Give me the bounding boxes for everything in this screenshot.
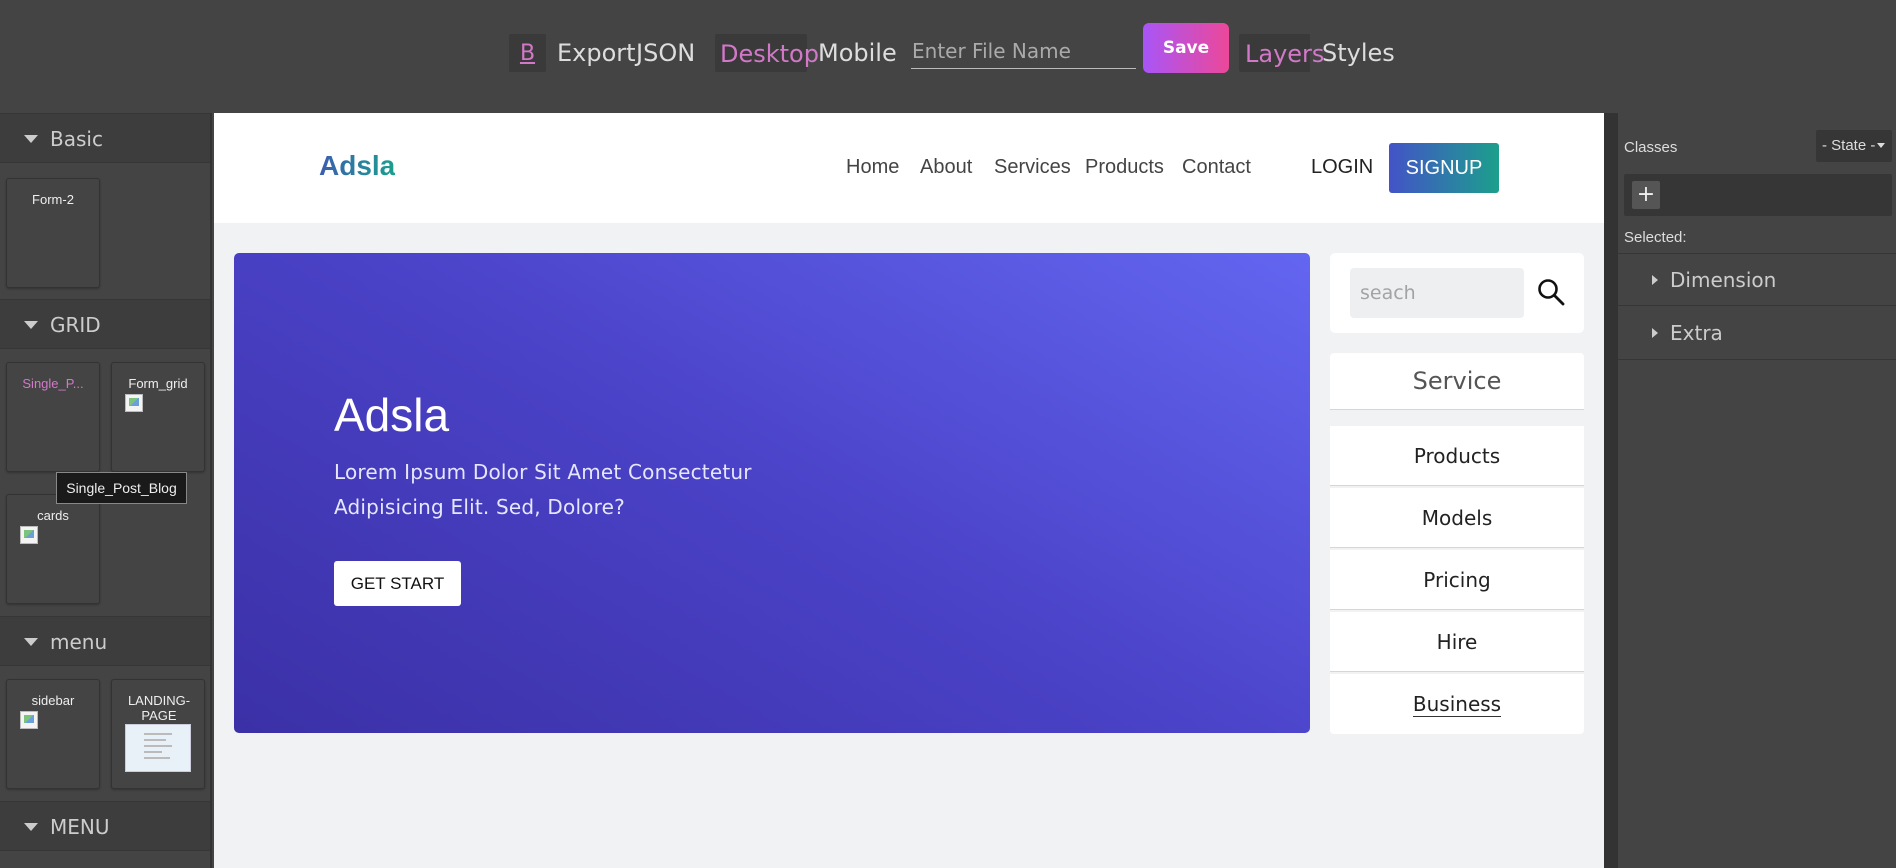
category-label: GRID	[50, 313, 101, 337]
block-form-grid[interactable]: Form_grid	[111, 362, 205, 472]
landing-page-thumbnail	[125, 724, 191, 772]
site-navbar[interactable]: Adsla Home About Services Products Conta…	[214, 113, 1604, 223]
caret-down-icon	[24, 135, 38, 143]
nav-services[interactable]: Services	[994, 156, 1071, 179]
block-cards[interactable]: cards	[6, 494, 100, 604]
layers-button[interactable]: Layers	[1239, 34, 1324, 72]
editor-canvas[interactable]: Adsla Home About Services Products Conta…	[214, 113, 1604, 868]
sector-extra[interactable]: Extra	[1618, 307, 1896, 360]
block-label: LANDING-PAGE	[127, 693, 191, 723]
classes-container[interactable]: +	[1624, 174, 1892, 216]
category-menu-upper[interactable]: MENU	[0, 801, 210, 851]
category-grid[interactable]: GRID	[0, 299, 210, 349]
service-item-label: Hire	[1436, 630, 1478, 654]
caret-down-icon	[24, 823, 38, 831]
nav-home[interactable]: Home	[846, 156, 899, 179]
block-form-2[interactable]: Form-2	[6, 178, 100, 288]
service-item-hire[interactable]: Hire	[1330, 612, 1584, 672]
bold-button[interactable]: B	[509, 34, 546, 72]
category-label: menu	[50, 630, 108, 654]
block-label: Form_grid	[128, 376, 188, 391]
broken-image-icon	[20, 711, 38, 729]
selected-label: Selected:	[1624, 229, 1687, 246]
block-tooltip: Single_Post_Blog	[56, 472, 187, 504]
caret-down-icon	[24, 638, 38, 646]
caret-right-icon	[1652, 328, 1658, 338]
service-item-business[interactable]: Business	[1330, 674, 1584, 734]
web-builder-app: B Export JSON Desktop Mobile Save Layers…	[0, 0, 1896, 868]
styles-button[interactable]: Styles	[1322, 34, 1395, 72]
block-label: sidebar	[31, 693, 75, 708]
sector-dimension[interactable]: Dimension	[1618, 253, 1896, 306]
search-card	[1330, 253, 1584, 333]
classes-label: Classes	[1624, 139, 1678, 156]
state-select-value: - State -	[1822, 137, 1876, 154]
get-start-button[interactable]: GET START	[334, 561, 461, 606]
export-button[interactable]: Export	[557, 34, 636, 72]
block-single-post[interactable]: Single_P...	[6, 362, 100, 472]
style-manager-panel: Classes - State - + Selected: Dimension …	[1618, 113, 1896, 868]
broken-image-icon	[20, 526, 38, 544]
hero-section[interactable]: Adsla Lorem Ipsum Dolor Sit Amet Consect…	[234, 253, 1310, 733]
nav-contact[interactable]: Contact	[1182, 156, 1251, 179]
broken-image-icon	[125, 394, 143, 412]
service-title: Service	[1330, 353, 1584, 410]
service-item-models[interactable]: Models	[1330, 488, 1584, 548]
file-name-input[interactable]	[911, 33, 1136, 69]
site-brand[interactable]: Adsla	[319, 150, 395, 182]
top-toolbar: B Export JSON Desktop Mobile Save Layers…	[0, 0, 1896, 113]
json-button[interactable]: JSON	[636, 34, 695, 72]
block-label: Form-2	[32, 192, 74, 207]
category-label: MENU	[50, 815, 110, 839]
service-list: Service Products Models Pricing Hire Bus…	[1330, 353, 1584, 738]
block-label: Single_P...	[22, 376, 84, 391]
login-link[interactable]: LOGIN	[1311, 156, 1373, 179]
service-item-label: Models	[1421, 506, 1493, 530]
nav-about[interactable]: About	[920, 156, 972, 179]
service-item-label: Products	[1413, 444, 1501, 468]
signup-button[interactable]: SIGNUP	[1389, 143, 1499, 193]
search-icon[interactable]	[1536, 277, 1566, 307]
block-label: cards	[37, 508, 69, 523]
chevron-down-icon	[1877, 143, 1885, 148]
search-input[interactable]	[1350, 268, 1524, 318]
service-item-pricing[interactable]: Pricing	[1330, 550, 1584, 610]
caret-down-icon	[24, 321, 38, 329]
sector-label: Dimension	[1670, 268, 1777, 292]
add-class-button[interactable]: +	[1632, 181, 1660, 209]
category-label: Basic	[50, 127, 103, 151]
category-basic[interactable]: Basic	[0, 113, 210, 163]
service-item-label: Business	[1412, 692, 1502, 717]
category-menu[interactable]: menu	[0, 616, 210, 666]
hero-title: Adsla	[334, 389, 450, 441]
block-landing-page[interactable]: LANDING-PAGE	[111, 679, 205, 789]
nav-products[interactable]: Products	[1085, 156, 1164, 179]
desktop-device-button[interactable]: Desktop	[715, 34, 819, 72]
panel-divider	[1604, 113, 1618, 868]
hero-text: Lorem Ipsum Dolor Sit Amet Consectetur A…	[334, 460, 752, 519]
state-select[interactable]: - State -	[1816, 130, 1892, 162]
caret-right-icon	[1652, 275, 1658, 285]
block-sidebar[interactable]: sidebar	[6, 679, 100, 789]
sector-label: Extra	[1670, 321, 1723, 345]
save-button[interactable]: Save	[1143, 23, 1229, 73]
mobile-device-button[interactable]: Mobile	[818, 34, 897, 72]
service-item-label: Pricing	[1423, 568, 1491, 592]
service-item-products[interactable]: Products	[1330, 426, 1584, 486]
